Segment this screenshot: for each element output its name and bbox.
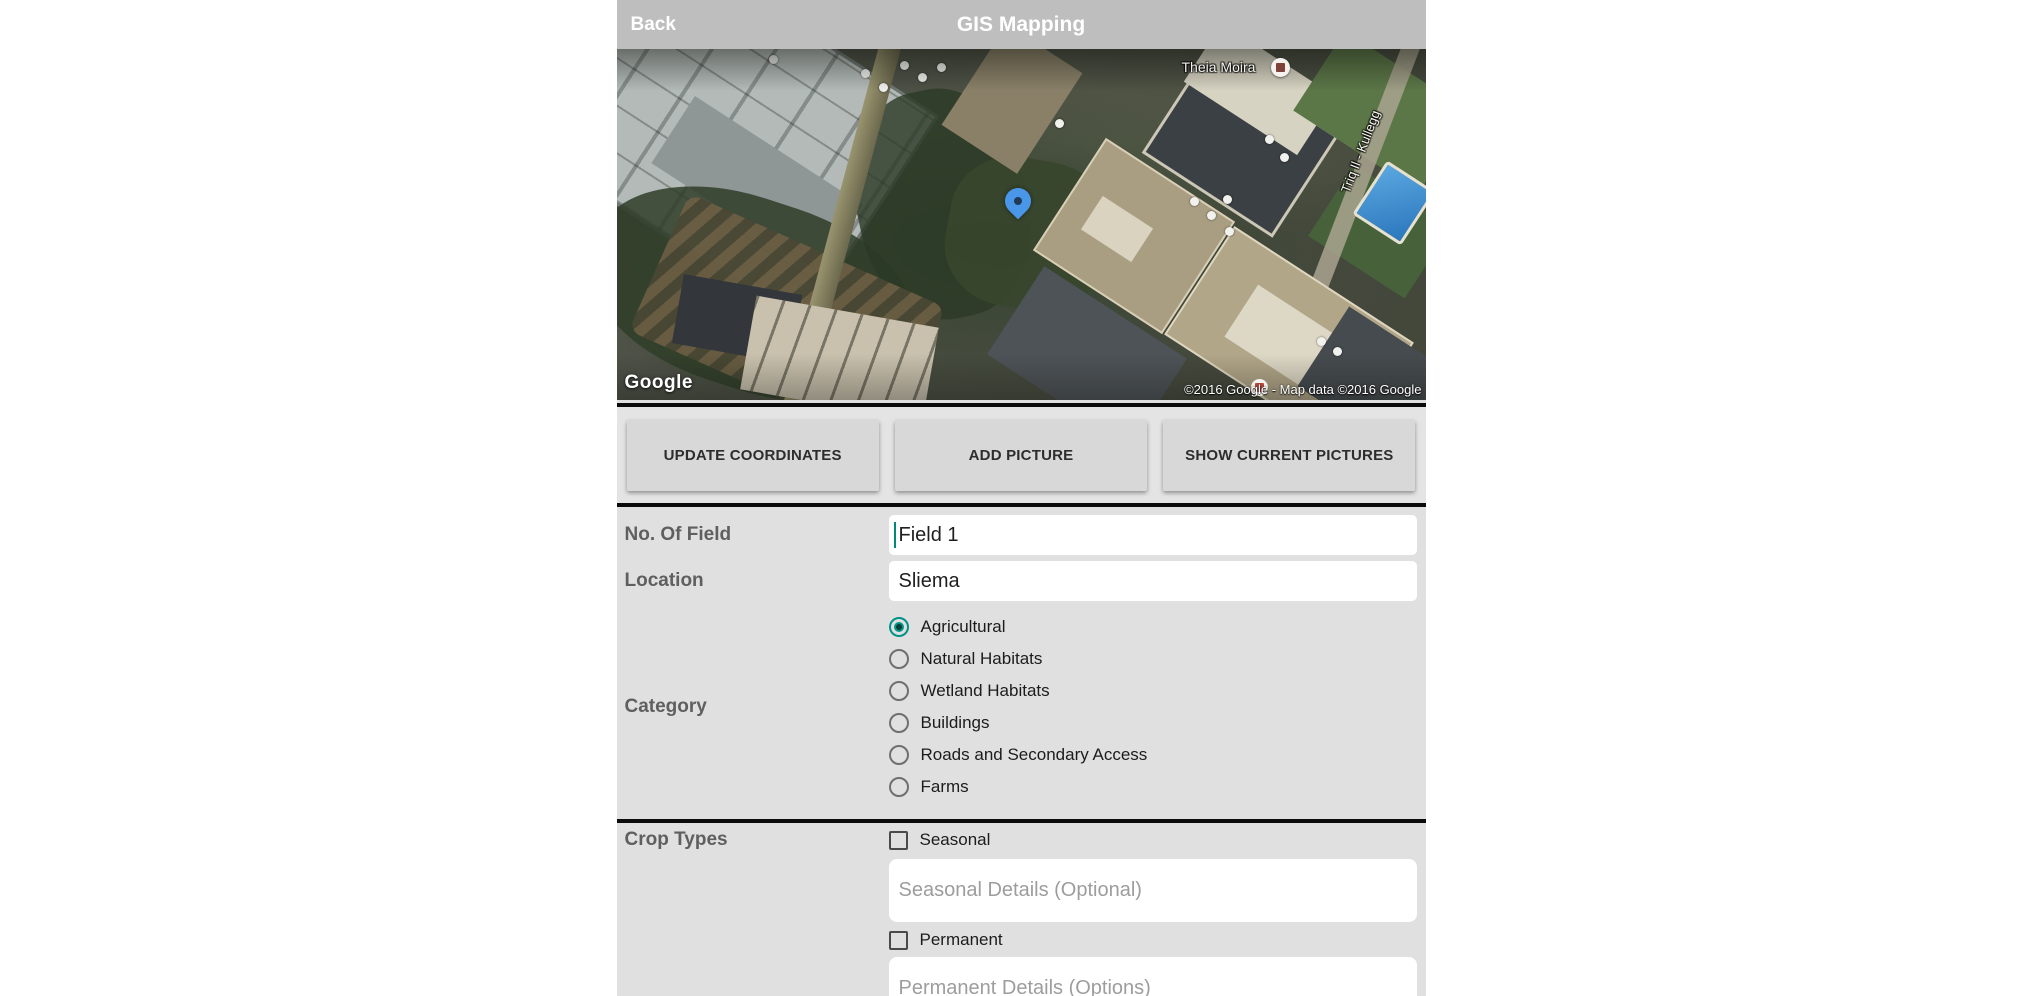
- seasonal-checkbox-icon[interactable]: [889, 831, 908, 850]
- radio-option-buildings[interactable]: Buildings: [889, 707, 1426, 739]
- satellite-map[interactable]: Theia Moira Triq Il - Kullegg Google ©20…: [617, 49, 1426, 400]
- radio-option-label: Natural Habitats: [921, 649, 1043, 669]
- show-current-pictures-button[interactable]: SHOW CURRENT PICTURES: [1163, 420, 1415, 491]
- map-actions: UPDATE COORDINATES ADD PICTURE SHOW CURR…: [617, 407, 1426, 503]
- top-bar: Back GIS Mapping: [617, 0, 1426, 49]
- location-input[interactable]: [889, 561, 1417, 601]
- map-attribution: ©2016 Google - Map data ©2016 Google: [1184, 382, 1421, 397]
- radio-option-label: Buildings: [921, 713, 990, 733]
- category-label: Category: [617, 696, 889, 718]
- radio-icon[interactable]: [889, 649, 909, 669]
- field-number-input[interactable]: [889, 515, 1417, 555]
- crop-types-label: Crop Types: [617, 828, 889, 996]
- map-shadow-overlay: [617, 49, 1426, 400]
- radio-selected-icon[interactable]: [889, 617, 909, 637]
- seasonal-details-textarea[interactable]: [889, 859, 1417, 922]
- permanent-checkbox-row[interactable]: Permanent: [889, 928, 1426, 952]
- page-title: GIS Mapping: [617, 0, 1426, 49]
- category-options: Agricultural Natural Habitats Wetland Ha…: [889, 611, 1426, 803]
- category-row: Category Agricultural Natural Habitats W…: [617, 611, 1426, 803]
- add-picture-button[interactable]: ADD PICTURE: [895, 420, 1147, 491]
- crop-types-row: Crop Types Seasonal Permanent: [617, 828, 1426, 996]
- seasonal-checkbox-label: Seasonal: [920, 830, 991, 850]
- radio-icon[interactable]: [889, 681, 909, 701]
- update-coordinates-button[interactable]: UPDATE COORDINATES: [627, 420, 879, 491]
- google-logo: Google: [625, 372, 693, 394]
- radio-option-roads-and-secondary-access[interactable]: Roads and Secondary Access: [889, 739, 1426, 771]
- radio-icon[interactable]: [889, 777, 909, 797]
- radio-option-agricultural[interactable]: Agricultural: [889, 611, 1426, 643]
- radio-option-farms[interactable]: Farms: [889, 771, 1426, 803]
- radio-option-label: Farms: [921, 777, 969, 797]
- poi-label: Theia Moira: [1182, 59, 1256, 75]
- field-form: No. Of Field Location Category A: [617, 507, 1426, 819]
- seasonal-checkbox-row[interactable]: Seasonal: [889, 828, 1426, 852]
- field-number-row: No. Of Field: [617, 515, 1426, 555]
- radio-option-wetland-habitats[interactable]: Wetland Habitats: [889, 675, 1426, 707]
- poi-marker-icon: [1271, 58, 1290, 77]
- location-row: Location: [617, 561, 1426, 601]
- radio-option-label: Roads and Secondary Access: [921, 745, 1148, 765]
- location-label: Location: [617, 561, 889, 601]
- permanent-checkbox-label: Permanent: [920, 930, 1003, 950]
- location-field: [889, 561, 1417, 601]
- radio-option-label: Agricultural: [921, 617, 1006, 637]
- field-number-label: No. Of Field: [617, 515, 889, 555]
- field-number-field: [889, 515, 1417, 555]
- crop-types-section: Crop Types Seasonal Permanent: [617, 823, 1426, 996]
- radio-icon[interactable]: [889, 745, 909, 765]
- permanent-checkbox-icon[interactable]: [889, 931, 908, 950]
- text-cursor: [894, 522, 896, 548]
- permanent-details-textarea[interactable]: [889, 957, 1417, 996]
- radio-icon[interactable]: [889, 713, 909, 733]
- radio-option-label: Wetland Habitats: [921, 681, 1050, 701]
- gis-mapping-app: Back GIS Mapping: [617, 0, 1426, 996]
- radio-option-natural-habitats[interactable]: Natural Habitats: [889, 643, 1426, 675]
